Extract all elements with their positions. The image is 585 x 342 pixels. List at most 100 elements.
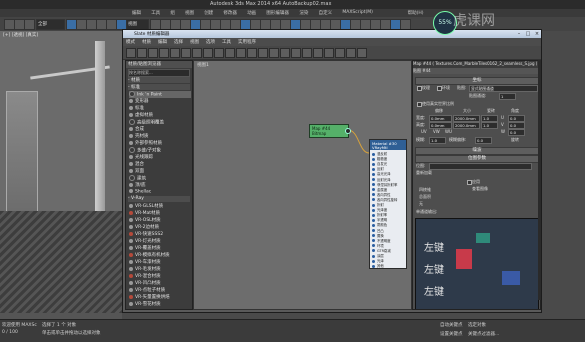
vraymtl-node[interactable]: Material #30 VRayMtl 漫反射 粗糙度 自发光 反射 高光光泽 反射光泽… <box>369 139 407 269</box>
browser-material-item[interactable]: Ink 'n Paint <box>129 91 191 98</box>
perspective-viewport[interactable]: [+] [透视] [真实] <box>0 31 122 319</box>
browser-material-item[interactable]: VR-Mat材质 <box>129 210 191 217</box>
slate-toolbar-button-icon[interactable] <box>357 48 367 58</box>
browser-material-item[interactable]: 合成 <box>129 126 191 133</box>
browser-material-item[interactable]: VR-模拟有机材质 <box>129 252 191 259</box>
slate-toolbar-button-icon[interactable] <box>291 48 301 58</box>
slate-menu-item[interactable]: 选项 <box>206 39 215 45</box>
slate-toolbar-button-icon[interactable] <box>247 48 257 58</box>
app-menu-item[interactable]: MAXScript(M) <box>342 10 373 15</box>
browser-material-item[interactable]: Shellac <box>129 189 191 196</box>
angle-v-field[interactable]: 0.0 <box>508 122 525 129</box>
browser-category[interactable]: - V-Ray <box>128 196 190 202</box>
auto-key-button[interactable]: 自动关键点 <box>440 322 463 328</box>
bitmap-path-field[interactable] <box>429 163 532 170</box>
slate-toolbar-button-icon[interactable] <box>170 48 180 58</box>
browser-material-item[interactable]: VR-点粒子材质 <box>129 287 191 294</box>
viewport-label[interactable]: [+] [透视] [真实] <box>3 32 38 38</box>
browser-material-item[interactable]: VR-车漆材质 <box>129 259 191 266</box>
browser-material-item[interactable]: VR-2边材质 <box>129 224 191 231</box>
browser-search-input[interactable]: 按名称搜索... <box>128 69 190 77</box>
maxscript-listener[interactable]: 欢迎使用 MAXSc <box>2 322 37 328</box>
noise-rollout[interactable]: 噪波 <box>415 147 539 155</box>
offset-u-field[interactable]: 0.0mm <box>429 115 452 122</box>
slate-menu-item[interactable]: 编辑 <box>158 39 167 45</box>
browser-material-item[interactable]: VR-毛发材质 <box>129 266 191 273</box>
app-menu-item[interactable]: 工具 <box>151 10 160 16</box>
app-menu-item[interactable]: 组 <box>170 10 175 16</box>
slate-toolbar-button-icon[interactable] <box>192 48 202 58</box>
browser-material-item[interactable]: 高级照明覆盖 <box>129 119 191 126</box>
browser-material-item[interactable]: 变形器 <box>129 98 191 105</box>
browser-material-item[interactable]: 多维/子对象 <box>129 147 191 154</box>
slot-socket-icon[interactable] <box>372 213 375 217</box>
slot-socket-icon[interactable] <box>372 167 375 171</box>
browser-material-item[interactable]: VR-灯光材质 <box>129 238 191 245</box>
slot-socket-icon[interactable] <box>372 234 375 238</box>
slot-socket-icon[interactable] <box>372 218 375 222</box>
slot-socket-icon[interactable] <box>372 208 375 212</box>
app-menu-item[interactable]: 视图 <box>185 10 194 16</box>
tile-u-field[interactable]: 1.0 <box>481 115 498 122</box>
selected-dropdown[interactable]: 选定对象 <box>468 322 486 328</box>
slate-toolbar-button-icon[interactable] <box>126 48 136 58</box>
key-filters-button[interactable]: 关键点过滤器... <box>468 331 499 337</box>
app-menu-item[interactable]: 修改器 <box>223 10 237 16</box>
maximize-icon[interactable]: □ <box>524 31 532 37</box>
browser-material-item[interactable]: 建筑 <box>129 175 191 182</box>
slate-toolbar-button-icon[interactable] <box>346 48 356 58</box>
filter-pyramidal[interactable]: 四棱锥 <box>419 187 431 193</box>
slot-socket-icon[interactable] <box>372 223 375 227</box>
param-sub-header[interactable]: 贴图 #44 <box>413 68 540 74</box>
slate-menu-item[interactable]: 材质 <box>142 39 151 45</box>
wu-option[interactable]: WU <box>445 129 452 134</box>
map-channel-field[interactable]: 1 <box>499 93 516 100</box>
browser-material-item[interactable]: VR-矢量置换烘焙 <box>129 294 191 301</box>
browser-material-item[interactable]: VR-OSL材质 <box>129 217 191 224</box>
slate-toolbar-button-icon[interactable] <box>137 48 147 58</box>
slate-toolbar-button-icon[interactable] <box>313 48 323 58</box>
browser-material-item[interactable]: VR-凹凸材质 <box>129 280 191 287</box>
angle-u-field[interactable]: 0.0 <box>508 115 525 122</box>
filter-none[interactable]: 无 <box>419 201 423 207</box>
set-key-button[interactable]: 设置关键点 <box>440 331 463 337</box>
slot-socket-icon[interactable] <box>372 193 375 197</box>
blur-offset-field[interactable]: 0.0 <box>475 137 492 144</box>
slate-menu-item[interactable]: 视图 <box>190 39 199 45</box>
filter-summed-area[interactable]: 总面积 <box>419 194 431 200</box>
tile-v-field[interactable]: 1.0 <box>481 122 498 129</box>
app-menu-item[interactable]: 图形编辑器 <box>266 10 289 16</box>
toolbar-button-icon[interactable] <box>24 19 35 30</box>
slate-scrollbar[interactable] <box>538 60 541 300</box>
coords-rollout[interactable]: 坐标 <box>415 77 539 85</box>
size-h-field[interactable]: 2000.0mm <box>453 122 480 129</box>
app-menu-item[interactable]: 编辑 <box>132 10 141 16</box>
blur-field[interactable]: 1.0 <box>429 137 446 144</box>
slot-socket-icon[interactable] <box>372 259 375 263</box>
reload-button[interactable]: 重新加载 <box>416 170 432 176</box>
close-icon[interactable]: × <box>533 31 541 37</box>
browser-material-item[interactable]: VR-雪花材质 <box>129 301 191 308</box>
app-menu-item[interactable]: 自定义 <box>319 10 333 16</box>
app-menu-item[interactable]: 帮助(H) <box>408 10 424 16</box>
mapping-dropdown[interactable]: 显式贴图通道 <box>469 85 538 92</box>
selection-filter-dropdown[interactable]: 全部 <box>36 19 65 30</box>
slate-toolbar-button-icon[interactable] <box>181 48 191 58</box>
angle-w-field[interactable]: 0.0 <box>508 129 525 136</box>
slate-menu-item[interactable]: 选择 <box>174 39 183 45</box>
slate-menu-item[interactable]: 模式 <box>126 39 135 45</box>
slot-socket-icon[interactable] <box>372 249 375 253</box>
slot-socket-icon[interactable] <box>372 172 375 176</box>
material-slot[interactable]: 其他 <box>370 263 406 268</box>
slot-socket-icon[interactable] <box>372 244 375 248</box>
bitmap-params-rollout[interactable]: 位图参数 <box>415 155 539 163</box>
browser-category[interactable]: - 标准 <box>128 84 190 90</box>
app-menu-item[interactable]: 创建 <box>204 10 213 16</box>
size-w-field[interactable]: 2000.0mm <box>453 115 480 122</box>
slate-toolbar-button-icon[interactable] <box>258 48 268 58</box>
view-image-button[interactable]: 查看图像 <box>472 186 488 192</box>
slate-toolbar-button-icon[interactable] <box>148 48 158 58</box>
browser-material-item[interactable]: VR-快速SSS2 <box>129 231 191 238</box>
slot-socket-icon[interactable] <box>372 203 375 207</box>
rotate-button[interactable]: 旋转 <box>511 137 519 143</box>
